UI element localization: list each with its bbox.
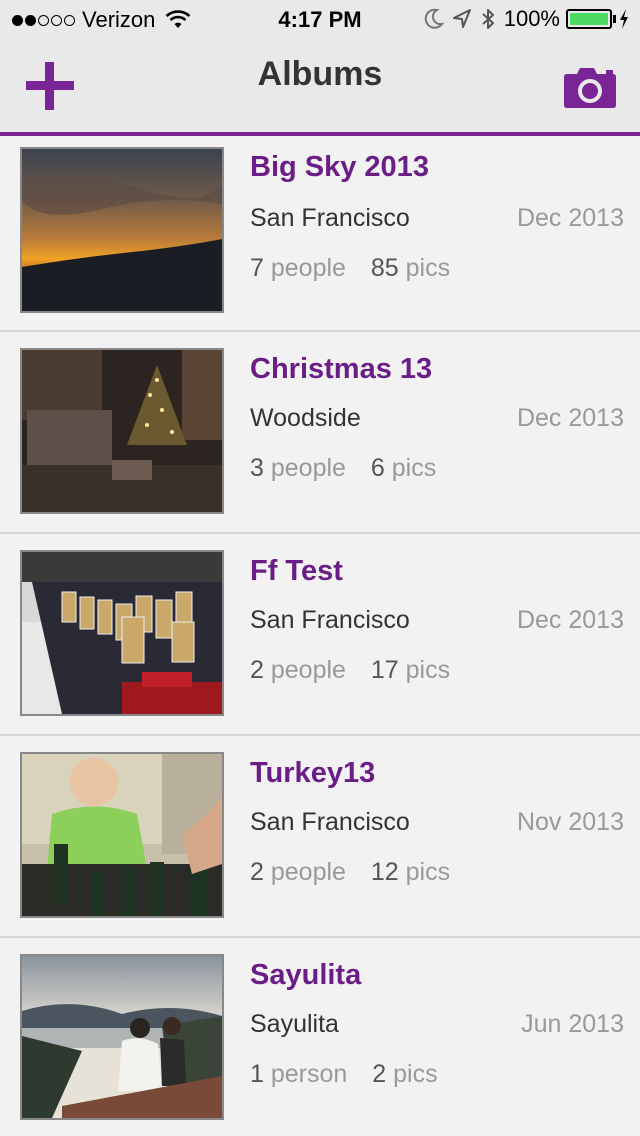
battery-cap xyxy=(613,15,616,23)
album-thumbnail xyxy=(20,752,224,918)
album-title: Turkey13 xyxy=(250,757,376,789)
people-label: people xyxy=(270,454,346,482)
wifi-icon xyxy=(166,10,191,28)
album-title: Christmas 13 xyxy=(250,353,433,385)
people-label: people xyxy=(270,254,346,282)
people-label: person xyxy=(270,1060,348,1088)
people-count: 1 xyxy=(250,1060,264,1088)
pics-count: 6 xyxy=(370,454,385,482)
christmas-tree-photo xyxy=(22,350,222,512)
people-count: 2 xyxy=(250,858,264,886)
camera-button[interactable] xyxy=(562,64,618,110)
status-bar: Verizon 4:17 PM 100% xyxy=(0,0,640,40)
page-title: Albums xyxy=(257,55,383,93)
charging-bolt-icon xyxy=(620,9,628,29)
jars-table-photo xyxy=(22,552,222,714)
album-stats: 2 people 12 pics xyxy=(250,858,450,887)
album-stats: 7 people 85 pics xyxy=(250,254,450,283)
signal-dot-1 xyxy=(12,14,23,26)
pics-count: 85 xyxy=(370,254,399,282)
location-arrow-icon xyxy=(452,9,471,28)
sunset-hill-photo xyxy=(22,149,222,311)
battery-percent: 100% xyxy=(503,6,560,31)
signal-dot-5 xyxy=(64,14,75,26)
pics-count: 2 xyxy=(372,1060,387,1088)
album-location: San Francisco xyxy=(250,606,410,634)
status-left: Verizon xyxy=(12,7,191,33)
coast-view-photo xyxy=(22,956,222,1118)
pics-count: 17 xyxy=(370,656,399,684)
album-thumbnail xyxy=(20,550,224,716)
status-right: 100% xyxy=(424,6,630,32)
album-location: San Francisco xyxy=(250,204,410,232)
album-row[interactable]: Sayulita Sayulita Jun 2013 1 person 2 pi… xyxy=(0,938,640,1136)
carrier-name: Verizon xyxy=(82,7,156,32)
add-album-button[interactable] xyxy=(22,58,78,114)
pics-label: pics xyxy=(405,858,451,886)
moon-icon xyxy=(424,8,444,29)
album-stats: 3 people 6 pics xyxy=(250,454,436,483)
people-label: people xyxy=(270,858,346,886)
album-row[interactable]: Turkey13 San Francisco Nov 2013 2 people… xyxy=(0,736,640,938)
album-row[interactable]: Christmas 13 Woodside Dec 2013 3 people … xyxy=(0,332,640,534)
navigation-bar: Albums xyxy=(0,40,640,136)
battery-level-fill xyxy=(570,13,608,25)
battery-icon xyxy=(566,9,616,29)
pics-count: 12 xyxy=(370,858,399,886)
people-count: 2 xyxy=(250,656,264,684)
plus-icon xyxy=(26,62,74,110)
people-count: 3 xyxy=(250,454,264,482)
camera-icon xyxy=(564,68,616,108)
album-date: Dec 2013 xyxy=(516,204,624,232)
pics-label: pics xyxy=(391,454,437,482)
album-date: Dec 2013 xyxy=(516,404,624,432)
album-thumbnail xyxy=(20,954,224,1120)
people-label: people xyxy=(270,656,346,684)
album-thumbnail xyxy=(20,147,224,313)
signal-dot-3 xyxy=(38,14,49,26)
album-date: Nov 2013 xyxy=(516,808,624,836)
album-stats: 1 person 2 pics xyxy=(250,1060,438,1089)
album-list: Big Sky 2013 San Francisco Dec 2013 7 pe… xyxy=(0,140,640,1136)
album-location: San Francisco xyxy=(250,808,410,836)
signal-dot-2 xyxy=(25,14,36,26)
album-title: Big Sky 2013 xyxy=(250,151,429,183)
album-date: Dec 2013 xyxy=(516,606,624,634)
album-row[interactable]: Big Sky 2013 San Francisco Dec 2013 7 pe… xyxy=(0,140,640,332)
album-location: Sayulita xyxy=(250,1010,339,1038)
album-date: Jun 2013 xyxy=(521,1010,624,1038)
people-count: 7 xyxy=(250,254,264,282)
album-row[interactable]: Ff Test San Francisco Dec 2013 2 people … xyxy=(0,534,640,736)
toddler-bottles-photo xyxy=(22,754,222,916)
album-title: Sayulita xyxy=(250,959,362,991)
bluetooth-icon xyxy=(482,9,494,29)
album-title: Ff Test xyxy=(250,555,343,587)
pics-label: pics xyxy=(405,656,451,684)
pics-label: pics xyxy=(405,254,451,282)
signal-dot-4 xyxy=(51,14,62,26)
album-stats: 2 people 17 pics xyxy=(250,656,450,685)
album-location: Woodside xyxy=(250,404,361,432)
album-thumbnail xyxy=(20,348,224,514)
pics-label: pics xyxy=(393,1060,438,1088)
